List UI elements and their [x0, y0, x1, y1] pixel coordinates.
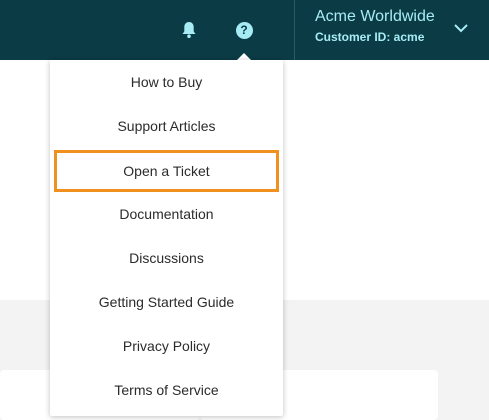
menu-item-support-articles[interactable]: Support Articles [50, 106, 283, 146]
help-circle-icon: ? [235, 21, 253, 39]
notifications-button[interactable] [176, 17, 202, 43]
help-button[interactable]: ? [231, 17, 257, 43]
account-switcher[interactable]: Acme Worldwide Customer ID: acme [295, 0, 489, 60]
menu-item-getting-started-guide[interactable]: Getting Started Guide [50, 282, 283, 322]
help-menu: How to Buy Support Articles Open a Ticke… [50, 60, 283, 416]
bell-icon [182, 22, 196, 38]
menu-item-discussions[interactable]: Discussions [50, 238, 283, 278]
help-glyph: ? [240, 23, 248, 37]
account-name: Acme Worldwide [315, 8, 435, 25]
menu-item-documentation[interactable]: Documentation [50, 194, 283, 234]
customer-id: Customer ID: acme [315, 30, 425, 44]
chevron-down-icon [454, 24, 468, 33]
top-bar: ? Acme Worldwide Customer ID: acme [0, 0, 489, 60]
menu-item-privacy-policy[interactable]: Privacy Policy [50, 326, 283, 366]
menu-item-open-a-ticket[interactable]: Open a Ticket [54, 150, 279, 192]
menu-item-terms-of-service[interactable]: Terms of Service [50, 370, 283, 410]
menu-item-how-to-buy[interactable]: How to Buy [50, 62, 283, 102]
